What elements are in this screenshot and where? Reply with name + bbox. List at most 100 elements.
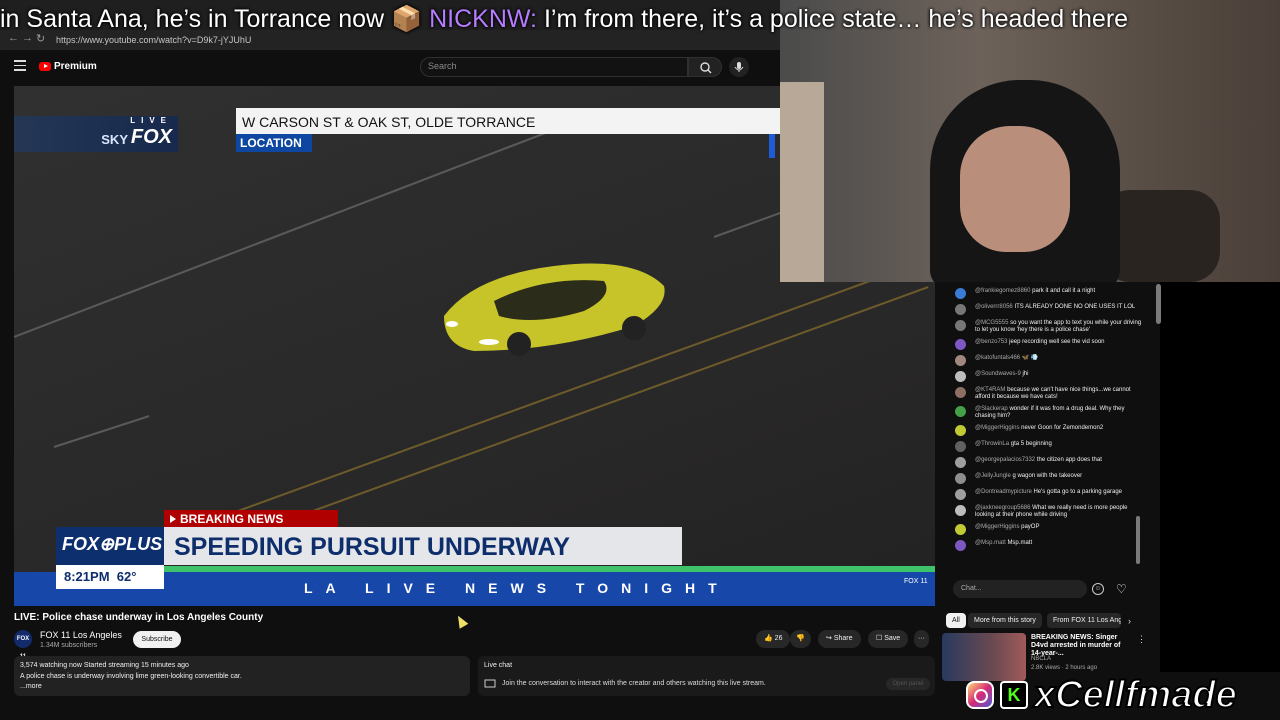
share-button[interactable]: ↪ Share xyxy=(818,630,861,648)
overlay-emote: 📦 xyxy=(391,5,423,33)
chat-avatar[interactable] xyxy=(955,457,966,468)
chip-all[interactable]: All xyxy=(946,613,966,628)
chat-author[interactable]: @KT4RAM xyxy=(975,387,1007,393)
chat-text: g wagon with the takeover xyxy=(1012,473,1083,479)
chip-from-fox[interactable]: From FOX 11 Los Angeles xyxy=(1047,613,1121,628)
chat-avatar[interactable] xyxy=(955,371,966,382)
save-icon: ☐ xyxy=(876,635,883,642)
chat-author[interactable]: @Soundwaves-9 xyxy=(975,371,1022,377)
chat-avatar[interactable] xyxy=(955,505,966,516)
chat-author[interactable]: @Msp.matt xyxy=(975,540,1007,546)
chat-avatar[interactable] xyxy=(955,540,966,551)
share-label: Share xyxy=(833,635,853,642)
subscribe-button[interactable]: Subscribe xyxy=(133,631,181,648)
yellow-convertible-car xyxy=(444,263,665,356)
chat-avatar[interactable] xyxy=(955,387,966,398)
location-tag-label: LOCATION xyxy=(240,136,302,150)
menu-icon[interactable] xyxy=(14,60,26,72)
chip-more-from-story[interactable]: More from this story xyxy=(968,613,1042,628)
chat-author[interactable]: @benzo753 xyxy=(975,339,1009,345)
chat-avatar[interactable] xyxy=(955,524,966,535)
chat-text: the citizen app does that xyxy=(1036,457,1102,463)
chat-avatar[interactable] xyxy=(955,339,966,350)
breaking-news-label: BREAKING NEWS xyxy=(180,512,284,526)
chat-author[interactable]: @georgepalacios7332 xyxy=(975,457,1037,463)
search-button[interactable] xyxy=(688,57,722,77)
dislike-icon: 👎 xyxy=(796,635,805,642)
chat-author[interactable]: @Slackerap xyxy=(975,406,1009,412)
chat-author[interactable]: @frankiegomez8860 xyxy=(975,288,1032,294)
chat-author[interactable]: @JellyJungle xyxy=(975,473,1012,479)
youtube-brand[interactable]: Premium xyxy=(54,61,97,72)
chat-author[interactable]: @ThrowinLa xyxy=(975,441,1011,447)
skyfox-logo: LIVE SKY FOX xyxy=(14,116,178,152)
chat-scrollbar[interactable] xyxy=(1136,516,1140,564)
chat-avatar[interactable] xyxy=(955,304,966,315)
chat-author[interactable]: @Dontreadmypicture xyxy=(975,489,1033,495)
screen: ← → ↻ https://www.youtube.com/watch?v=D9… xyxy=(0,0,1280,720)
chat-message-body: @oliverrr8056 ITS ALREADY DONE NO ONE US… xyxy=(975,304,1143,311)
chat-avatar[interactable] xyxy=(955,489,966,500)
heart-icon[interactable]: ♡ xyxy=(1116,582,1127,596)
chat-avatar[interactable] xyxy=(955,441,966,452)
chat-message-body: @Soundwaves-9 jhi xyxy=(975,371,1143,378)
chat-message-body: @katofuntals466 🦋 💨 xyxy=(975,355,1143,362)
chat-message-body: @MiggerHiggins never Goon for Zemondemon… xyxy=(975,425,1143,432)
chat-text: gta 5 beginning xyxy=(1010,441,1052,447)
save-button[interactable]: ☐ Save xyxy=(868,630,909,648)
streamer-face xyxy=(960,126,1070,252)
search-input[interactable] xyxy=(420,57,688,77)
chat-text: He's gotta go to a parking garage xyxy=(1033,489,1122,495)
chat-avatar[interactable] xyxy=(955,355,966,366)
more-actions-button[interactable]: ··· xyxy=(914,630,929,648)
chat-message-body: @Msp.matt Msp.matt xyxy=(975,540,1143,547)
chat-message-body: @frankiegomez8860 park it and call it a … xyxy=(975,288,1143,295)
channel-name[interactable]: FOX 11 Los Angeles xyxy=(40,630,122,640)
share-icon: ↪ xyxy=(826,635,832,642)
chat-text: never Goon for Zemondemon2 xyxy=(1021,425,1104,431)
chat-text: jeep recording well see the vid soon xyxy=(1009,339,1105,345)
chat-author[interactable]: @MiggerHiggins xyxy=(975,524,1021,530)
chat-message-body: @KT4RAM because we can't have nice thing… xyxy=(975,387,1143,401)
chat-avatar[interactable] xyxy=(955,406,966,417)
chat-message-body: @ThrowinLa gta 5 beginning xyxy=(975,441,1143,448)
chat-message-body: @benzo753 jeep recording well see the vi… xyxy=(975,339,1143,346)
chat-text: ITS ALREADY DONE NO ONE USES IT LOL xyxy=(1014,304,1136,310)
chat-author[interactable]: @oliverrr8056 xyxy=(975,304,1014,310)
chat-input-placeholder: Chat... xyxy=(961,585,982,592)
mouse-cursor-icon xyxy=(453,613,469,629)
emoji-icon[interactable]: ☺ xyxy=(1092,583,1104,595)
description-more[interactable]: ...more xyxy=(20,683,42,690)
chat-author[interactable]: @MCG5555 xyxy=(975,320,1010,326)
chat-message-body: @MiggerHiggins payOP xyxy=(975,524,1143,531)
headline-text: SPEEDING PURSUIT UNDERWAY xyxy=(174,533,570,561)
channel-avatar[interactable]: FOX 11 xyxy=(14,630,32,660)
chat-text: Msp.matt xyxy=(1007,540,1033,546)
side-blank-area xyxy=(1160,282,1280,672)
video-title: LIVE: Police chase underway in Los Angel… xyxy=(14,612,264,623)
chat-avatar[interactable] xyxy=(955,425,966,436)
open-panel-button[interactable]: Open panel xyxy=(886,678,930,690)
voice-search-button[interactable] xyxy=(729,57,749,77)
chevron-right-icon[interactable]: › xyxy=(1128,616,1131,626)
chat-icon xyxy=(484,679,496,688)
chat-author[interactable]: @MiggerHiggins xyxy=(975,425,1021,431)
chat-message-list[interactable]: @frankiegomez8860 park it and call it a … xyxy=(947,284,1143,574)
chat-author[interactable]: @jaxkneegroup5686 xyxy=(975,505,1032,511)
dislike-button[interactable]: 👎 xyxy=(790,630,811,648)
temperature: 62° xyxy=(116,569,137,584)
location-text: W CARSON ST & OAK ST, OLDE TORRANCE xyxy=(242,114,536,130)
chat-avatar[interactable] xyxy=(955,473,966,484)
like-button[interactable]: 👍 26 xyxy=(756,630,791,648)
skyfox-fox-label: FOX xyxy=(130,126,172,148)
overlay-author: NICKNW: xyxy=(429,5,537,33)
youtube-logo-icon[interactable] xyxy=(39,62,51,71)
description-text: A police chase is underway involving lim… xyxy=(20,673,242,680)
scrollbar[interactable] xyxy=(1156,284,1161,324)
search-icon xyxy=(700,62,712,74)
recommendation-title[interactable]: BREAKING NEWS: Singer D4vd arrested in m… xyxy=(1031,634,1131,658)
chat-author[interactable]: @katofuntals466 xyxy=(975,355,1022,361)
chat-avatar[interactable] xyxy=(955,320,966,331)
kebab-menu-icon[interactable]: ⋮ xyxy=(1137,634,1146,645)
chat-avatar[interactable] xyxy=(955,288,966,299)
